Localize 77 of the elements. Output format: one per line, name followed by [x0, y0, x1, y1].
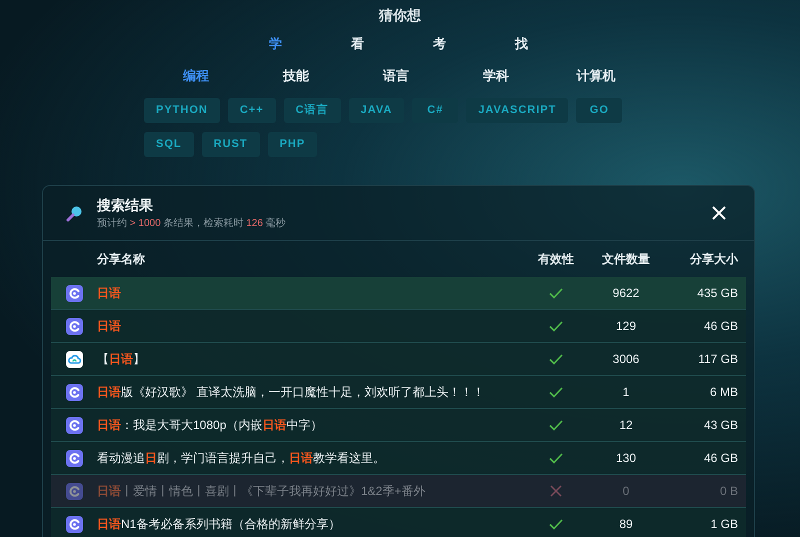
- column-header: 文件数量: [601, 251, 651, 268]
- cloud-drive-icon: [66, 318, 82, 334]
- tag-chip[interactable]: C语言: [284, 98, 341, 123]
- check-icon: [549, 386, 563, 398]
- result-row[interactable]: 日语：我是大哥大1080p（内嵌日语中字） 12 43 GB: [51, 409, 746, 442]
- cloud-drive-icon: [66, 284, 82, 302]
- result-row[interactable]: 日语丨爱情丨情色丨喜剧丨《下辈子我再好好过》1&2季+番外 0 0 B: [51, 475, 746, 508]
- share-name: 日语: [97, 285, 122, 302]
- result-row[interactable]: 日语 9622 435 GB: [51, 277, 746, 310]
- file-count: 89: [618, 516, 634, 533]
- result-row[interactable]: 日语 129 46 GB: [51, 310, 746, 343]
- column-header: 分享名称: [97, 251, 146, 268]
- share-name: 日语版《好汉歌》 直译太洗脑，一开口魔性十足，刘欢听了都上头！！！: [97, 384, 486, 401]
- tag-chip[interactable]: PHP: [268, 132, 318, 157]
- mode-tab[interactable]: 考: [432, 34, 446, 54]
- share-name: 【日语】: [97, 351, 146, 368]
- cloud-drive-icon: [66, 450, 82, 466]
- close-icon: [712, 206, 726, 220]
- share-size: 46 GB: [702, 450, 739, 467]
- mode-tab[interactable]: 学: [268, 34, 282, 54]
- share-size: 46 GB: [702, 318, 739, 335]
- cloud-icon: [66, 350, 82, 368]
- category-tab[interactable]: 学科: [446, 66, 546, 85]
- share-name: 日语N1备考必备系列书籍（合格的新鲜分享）: [97, 516, 342, 533]
- file-count: 1: [622, 384, 630, 401]
- check-icon: [549, 420, 563, 430]
- mode-tab[interactable]: 看: [350, 34, 364, 54]
- mode-tab[interactable]: 找: [514, 34, 528, 54]
- check-icon: [549, 354, 563, 364]
- check-icon: [549, 320, 563, 332]
- file-count: 9622: [612, 285, 640, 302]
- file-count: 130: [614, 450, 638, 467]
- magnifier-icon: [66, 204, 83, 222]
- tag-chip[interactable]: SQL: [144, 132, 194, 157]
- share-name: 日语: [97, 318, 122, 335]
- check-icon: [549, 288, 563, 298]
- check-icon: [549, 452, 563, 464]
- share-size: 43 GB: [702, 417, 739, 434]
- tag-chip[interactable]: PYTHON: [144, 98, 220, 123]
- cloud-drive-icon: [66, 482, 82, 500]
- results-title: 搜索结果: [97, 196, 154, 215]
- category-tab[interactable]: 编程: [146, 66, 246, 85]
- check-icon: [549, 518, 563, 530]
- column-header: 分享大小: [688, 251, 740, 268]
- share-size: 435 GB: [696, 285, 739, 302]
- result-row[interactable]: 日语版《好汉歌》 直译太洗脑，一开口魔性十足，刘欢听了都上头！！！ 1 6 MB: [51, 376, 746, 409]
- tag-chip[interactable]: JAVA: [348, 98, 404, 123]
- share-name: 日语：我是大哥大1080p（内嵌日语中字）: [97, 417, 324, 434]
- tag-chip[interactable]: C++: [228, 98, 276, 123]
- file-count: 0: [622, 483, 630, 500]
- share-name: 日语丨爱情丨情色丨喜剧丨《下辈子我再好好过》1&2季+番外: [97, 483, 426, 500]
- tag-chip[interactable]: RUST: [202, 132, 260, 157]
- column-header: 有效性: [536, 251, 575, 268]
- share-name: 看动漫追日剧，学门语言提升自己，日语教学看这里。: [97, 450, 386, 467]
- result-row[interactable]: 【日语】 3006 117 GB: [51, 343, 746, 376]
- share-size: 1 GB: [710, 516, 739, 533]
- page-title: 猜你想: [379, 6, 421, 25]
- result-row[interactable]: 看动漫追日剧，学门语言提升自己，日语教学看这里。 130 46 GB: [51, 442, 746, 475]
- share-size: 0 B: [718, 483, 739, 500]
- result-row[interactable]: 日语N1备考必备系列书籍（合格的新鲜分享） 89 1 GB: [51, 508, 746, 537]
- file-count: 12: [618, 417, 634, 434]
- file-count: 129: [614, 318, 638, 335]
- results-summary: 预计约 > 1000 条结果，检索耗时 126 毫秒: [97, 216, 286, 231]
- share-size: 6 MB: [708, 384, 739, 401]
- category-tab[interactable]: 技能: [246, 66, 346, 85]
- share-size: 117 GB: [697, 351, 739, 368]
- category-tab[interactable]: 语言: [346, 66, 446, 85]
- cloud-drive-icon: [66, 516, 82, 532]
- cloud-drive-icon: [66, 416, 82, 434]
- file-count: 3006: [612, 351, 640, 368]
- close-button[interactable]: [712, 206, 726, 220]
- cross-icon: [550, 485, 562, 497]
- category-tab[interactable]: 计算机: [546, 66, 646, 85]
- tag-chip[interactable]: GO: [576, 98, 622, 123]
- tag-chip[interactable]: JAVASCRIPT: [466, 98, 568, 123]
- cloud-drive-icon: [66, 384, 82, 400]
- tag-chip[interactable]: C#: [412, 98, 458, 123]
